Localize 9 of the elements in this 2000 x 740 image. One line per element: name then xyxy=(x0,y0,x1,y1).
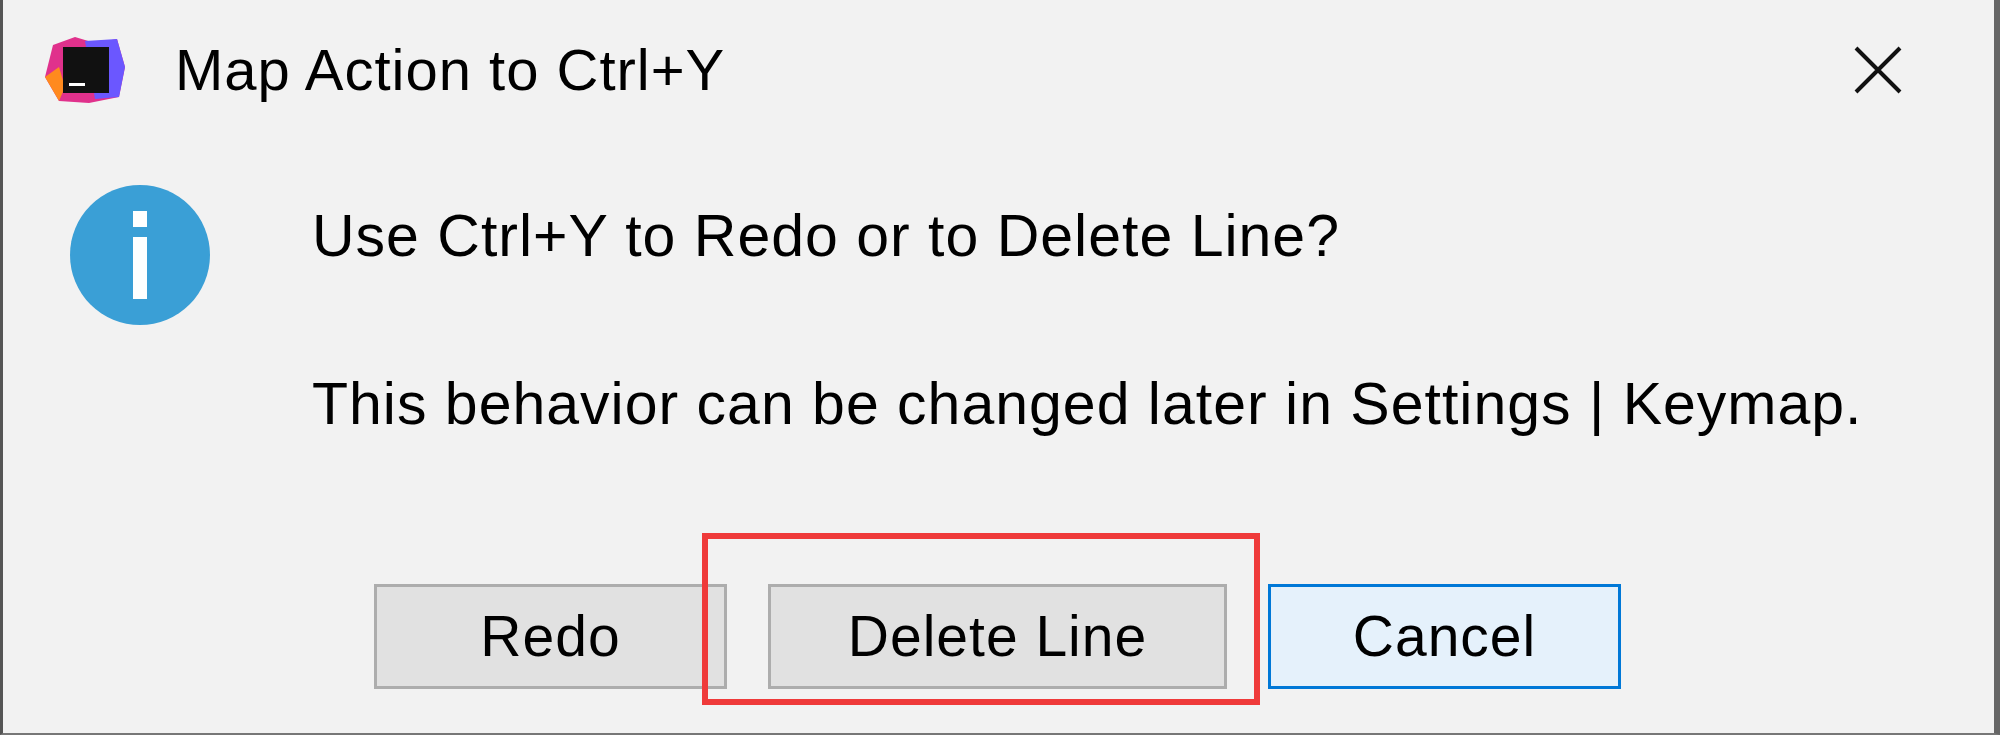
close-icon[interactable] xyxy=(1854,46,1902,94)
dialog-button[interactable]: Redo xyxy=(374,584,727,689)
dialog-button[interactable]: Delete Line xyxy=(768,584,1227,689)
message-text: Use Ctrl+Y to Redo or to Delete Line? xyxy=(312,202,1341,271)
dialog-button[interactable]: Cancel xyxy=(1268,584,1621,689)
message-text: This behavior can be changed later in Settings | Keymap. xyxy=(312,370,1863,439)
window-title: Map Action to Ctrl+Y xyxy=(175,40,727,100)
app-logo-icon xyxy=(45,37,125,103)
info-icon xyxy=(70,185,210,325)
